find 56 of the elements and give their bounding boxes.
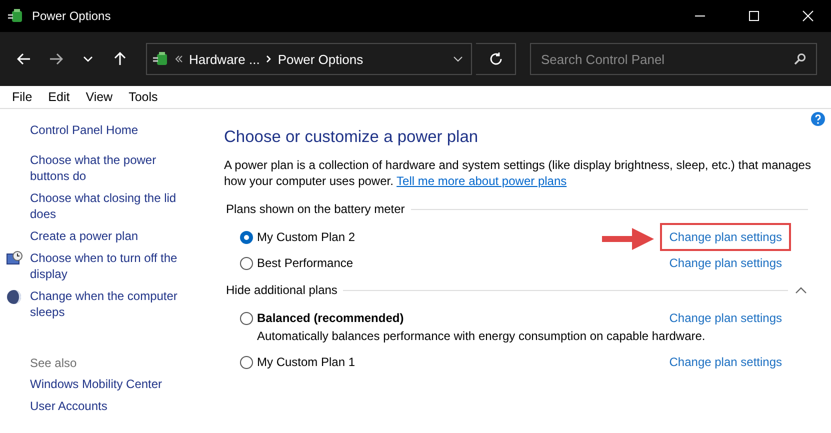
change-plan-settings-link[interactable]: Change plan settings [669,256,782,270]
radio-button[interactable] [240,356,253,369]
breadcrumb-item[interactable]: Power Options [278,52,364,66]
breadcrumb-item[interactable]: Hardware ... [189,52,260,66]
search-box[interactable]: Search Control Panel [530,43,817,75]
arrow-up-icon [114,52,126,66]
plan-name: Best Performance [257,256,354,270]
help-icon[interactable] [811,112,825,126]
change-plan-settings-link[interactable]: Change plan settings [660,223,791,251]
menu-item[interactable]: Tools [120,90,166,104]
description-text: A power plan is a collection of hardware and system settings (like display brightness, sleep, etc.) that manages how your computer uses power. Tell me more about power plans [224,157,812,189]
refresh-button[interactable] [476,43,516,75]
sidebar-link[interactable]: Control Panel Home [30,122,216,138]
clock-monitor-icon [6,251,23,266]
plan-name: My Custom Plan 1 [257,355,356,369]
chevron-down-icon[interactable] [453,56,463,62]
plan-name: Balanced (recommended) [257,311,404,325]
menu-item[interactable]: View [78,90,121,104]
sidebar-link[interactable]: Choose what the power buttons do [30,152,190,184]
radio-button[interactable] [240,257,253,270]
page-heading: Choose or customize a power plan [224,128,480,147]
battery-plug-icon [8,8,24,24]
plan-name: My Custom Plan 2 [257,230,356,244]
sidebar-link[interactable]: Create a power plan [30,228,190,244]
battery-plug-icon [153,51,169,67]
radio-button[interactable] [240,231,253,244]
moon-icon [6,289,22,305]
double-chevron-icon [175,55,183,63]
search-field[interactable]: Search Control Panel [539,50,794,68]
change-plan-settings-link[interactable]: Change plan settings [669,311,782,325]
learn-more-link[interactable]: Tell me more about power plans [396,174,567,188]
plan-description: Automatically balances performance with energy consumption on capable hardware. [257,329,706,343]
collapse-chevron-icon[interactable] [794,285,808,295]
close-icon [802,10,814,22]
chevron-down-icon [83,56,93,62]
window-title: Power Options [32,9,112,23]
section-heading: Plans shown on the battery meter [226,202,405,216]
search-icon [794,53,806,65]
chevron-right-icon [266,55,272,63]
sidebar-link[interactable]: Windows Mobility Center [30,376,216,392]
menu-item[interactable]: Edit [40,90,78,104]
arrow-right-icon [49,53,63,65]
radio-button[interactable] [240,312,253,325]
maximize-icon [748,10,760,22]
sidebar-link[interactable]: Choose when to turn off the display [30,250,190,282]
refresh-icon [488,52,502,66]
menu-item[interactable]: File [4,90,40,104]
sidebar-link[interactable]: Change when the computer sleeps [30,288,190,320]
section-heading: Hide additional plans [226,283,338,297]
change-plan-settings-link[interactable]: Change plan settings [669,355,782,369]
sidebar-link[interactable]: User Accounts [30,398,216,414]
arrow-left-icon [17,53,31,65]
sidebar-link[interactable]: Choose what closing the lid does [30,190,190,222]
pointer-arrow-drawing [600,226,656,252]
address-bar[interactable]: Hardware ... Power Options [146,43,472,75]
see-also-heading: See also [30,356,78,370]
